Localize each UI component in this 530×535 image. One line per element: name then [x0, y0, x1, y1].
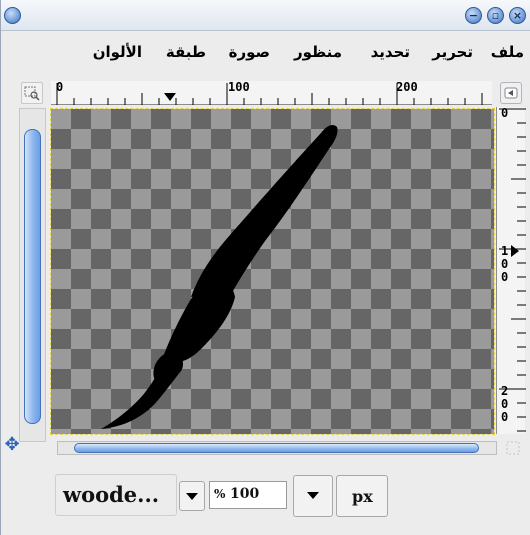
ruler-ticks — [56, 83, 500, 105]
pointer-marker-icon — [164, 93, 176, 101]
navigate-button[interactable] — [500, 82, 522, 104]
vertical-scrollbar[interactable] — [19, 108, 46, 442]
horizontal-ruler[interactable]: 0 100 200 — [51, 80, 500, 105]
ruler-label-0: 0 — [501, 106, 509, 120]
menu-select[interactable]: تحديد — [371, 43, 410, 61]
layer-name: woode... — [63, 482, 160, 507]
horizontal-scroll-thumb[interactable] — [74, 443, 479, 453]
zoom-input[interactable]: % 100 — [209, 481, 287, 509]
resize-grip-icon[interactable] — [505, 440, 521, 456]
navigation-cross-icon[interactable]: ✥ — [3, 436, 21, 454]
paintbrush-image — [101, 125, 338, 429]
ruler-label-200: 200 — [396, 80, 418, 94]
horizontal-scrollbar[interactable] — [57, 441, 497, 455]
pointer-marker-icon — [511, 245, 519, 257]
layer-dropdown-button[interactable] — [179, 481, 205, 511]
window-menu-icon[interactable] — [4, 7, 21, 24]
menu-edit[interactable]: تحرير — [432, 43, 473, 61]
maximize-icon[interactable]: ▫ — [487, 7, 504, 24]
unit-selector[interactable]: px — [336, 475, 388, 517]
magnifier-icon — [24, 86, 40, 101]
ruler-label-0: 0 — [56, 80, 64, 94]
menu-colors[interactable]: الألوان — [93, 43, 142, 61]
menu-view[interactable]: منظور — [294, 43, 342, 61]
minimize-icon[interactable]: − — [465, 7, 482, 24]
zoom-percent-sign: % — [214, 487, 226, 501]
unit-label: px — [352, 487, 373, 506]
layer-name-field[interactable]: woode... — [55, 474, 177, 516]
close-icon[interactable]: × — [509, 7, 526, 24]
menu-layer[interactable]: طبقة — [166, 43, 206, 61]
menu-image[interactable]: صورة — [229, 43, 270, 61]
status-bar: woode... % 100 px — [49, 462, 530, 535]
menu-bar: ملف تحرير تحديد منظور صورة طبقة الألوان — [1, 31, 530, 75]
menu-file[interactable]: ملف — [491, 43, 524, 61]
vertical-scroll-thumb[interactable] — [24, 129, 41, 424]
image-canvas[interactable] — [50, 108, 495, 435]
zoom-dropdown-button[interactable] — [293, 475, 333, 517]
ruler-label-100: 100 — [501, 244, 509, 284]
navigate-icon — [504, 87, 518, 99]
quick-mask-toggle[interactable] — [21, 82, 43, 104]
chevron-down-icon — [186, 493, 198, 500]
ruler-label-200: 200 — [501, 384, 509, 424]
image-window: − ▫ × ملف تحرير تحديد منظور صورة طبقة ال… — [0, 0, 530, 535]
ruler-label-100: 100 — [228, 80, 250, 94]
vertical-ruler[interactable]: 0 100 200 — [496, 106, 526, 446]
chevron-down-icon — [307, 492, 319, 499]
title-bar: − ▫ × — [1, 0, 530, 31]
zoom-value: 100 — [230, 486, 260, 502]
